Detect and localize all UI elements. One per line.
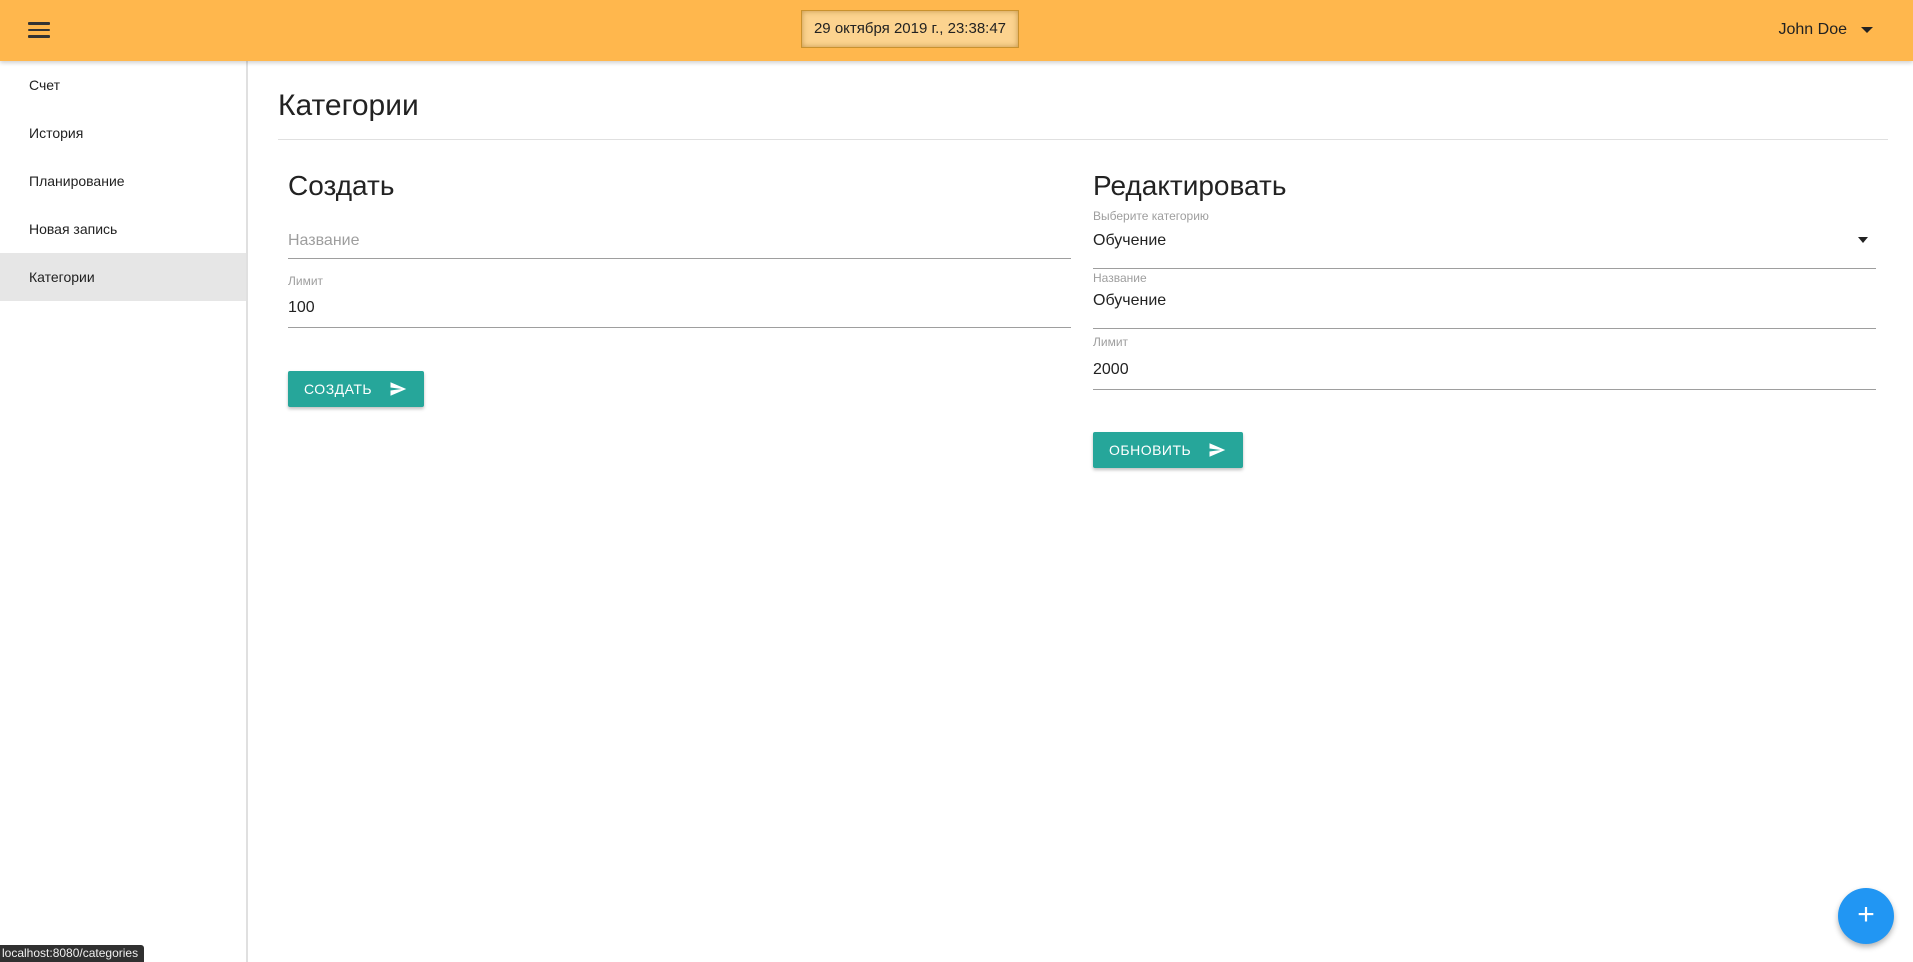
edit-category-form: Редактировать Выберите категорию Обучени…: [1093, 169, 1876, 468]
datetime-display: 29 октября 2019 г., 23:38:47: [801, 10, 1019, 48]
sidebar-item-history[interactable]: История: [0, 109, 246, 157]
create-limit-field[interactable]: Лимит 100: [288, 269, 1071, 328]
send-icon: [390, 382, 407, 396]
title-divider: [278, 139, 1888, 140]
sidebar-item-account[interactable]: Счет: [0, 61, 246, 109]
create-name-placeholder: Название: [288, 232, 360, 249]
edit-section-title: Редактировать: [1093, 170, 1287, 201]
send-icon: [1209, 443, 1226, 457]
category-select-value: Обучение: [1093, 232, 1167, 249]
sidebar-item-new-record[interactable]: Новая запись: [0, 205, 246, 253]
create-button-label: СОЗДАТЬ: [304, 381, 373, 397]
top-navbar: 29 октября 2019 г., 23:38:47 John Doe: [0, 0, 1913, 61]
dropdown-caret-icon: [1858, 237, 1868, 243]
user-name: John Doe: [1778, 21, 1848, 38]
edit-limit-label: Лимит: [1093, 335, 1129, 349]
edit-name-value: Обучение: [1093, 292, 1167, 309]
add-fab-button[interactable]: +: [1838, 888, 1894, 944]
main-content: Категории Создать Название Лимит 100 СОЗ…: [250, 61, 1913, 962]
sidebar-item-planning[interactable]: Планирование: [0, 157, 246, 205]
edit-name-label: Название: [1093, 271, 1147, 285]
browser-status-url: localhost:8080/categories: [0, 945, 145, 962]
sidebar-item-categories[interactable]: Категории: [0, 253, 246, 301]
create-limit-value: 100: [288, 299, 315, 316]
edit-name-field[interactable]: Название Обучение: [1093, 269, 1876, 329]
category-select[interactable]: Выберите категорию Обучение: [1093, 209, 1876, 269]
category-select-label: Выберите категорию: [1093, 209, 1209, 223]
update-button[interactable]: ОБНОВИТЬ: [1093, 432, 1244, 468]
caret-down-icon: [1861, 27, 1873, 33]
create-name-field[interactable]: Название: [288, 219, 1071, 259]
user-menu[interactable]: John Doe: [1778, 0, 1873, 60]
sidebar: Счет История Планирование Новая запись К…: [0, 61, 248, 962]
edit-limit-field[interactable]: Лимит 2000: [1093, 330, 1876, 390]
update-button-label: ОБНОВИТЬ: [1109, 442, 1192, 458]
create-button[interactable]: СОЗДАТЬ: [288, 371, 425, 407]
create-limit-label: Лимит: [288, 274, 324, 288]
page-title: Категории: [278, 89, 419, 122]
create-category-form: Создать Название Лимит 100 СОЗДАТЬ: [288, 169, 1071, 407]
create-section-title: Создать: [288, 170, 395, 201]
edit-limit-value: 2000: [1093, 361, 1129, 378]
hamburger-menu-icon[interactable]: [24, 16, 54, 44]
